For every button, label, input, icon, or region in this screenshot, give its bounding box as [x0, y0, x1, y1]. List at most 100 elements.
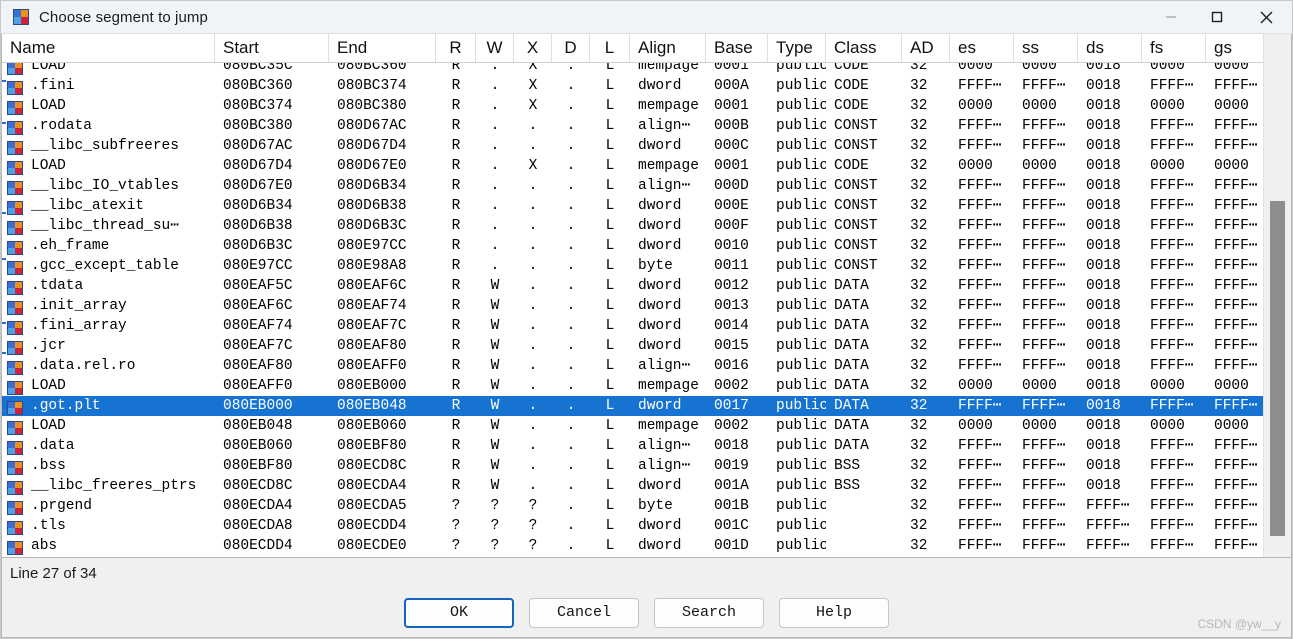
cell-ds: FFFF⋯	[1086, 538, 1130, 554]
table-row[interactable]: LOAD 080D67D4 080D67E0 R. X. Lmempage 0001 publ…	[2, 156, 1264, 176]
column-header-fs[interactable]: fs	[1142, 34, 1206, 62]
column-header-ss[interactable]: ss	[1014, 34, 1078, 62]
table-row[interactable]: LOAD 080BC374 080BC380 R. X. Lmempage 0001 publ…	[2, 96, 1264, 116]
cell-gs: 0000	[1214, 378, 1249, 394]
cell-fs: 0000	[1150, 158, 1185, 174]
table-row[interactable]: .jcr 080EAF7C 080EAF80 R W.. Ldword 0015 public…	[2, 336, 1264, 356]
cell-ad: 32	[910, 62, 928, 74]
table-row[interactable]: .eh_frame 080D6B3C 080E97CC R... Ldword 0010 p…	[2, 236, 1264, 256]
column-header-d[interactable]: D	[552, 34, 590, 62]
column-header-ad[interactable]: AD	[902, 34, 950, 62]
cell-r: R	[451, 338, 461, 354]
cell-r: R	[451, 78, 461, 94]
cell-gs: FFFF⋯	[1214, 238, 1258, 254]
table-row[interactable]: .data.rel.ro 080EAF80 080EAFF0 R W.. Lalign⋯ 0…	[2, 356, 1264, 376]
cell-ss: FFFF⋯	[1022, 178, 1066, 194]
column-header-l[interactable]: L	[590, 34, 630, 62]
cell-base: 001A	[714, 478, 749, 494]
table-header-row[interactable]: Name Start End R W X D L Align Base Type Class AD es s…	[2, 34, 1264, 63]
ok-button[interactable]: OK	[404, 597, 514, 628]
cancel-button[interactable]: Cancel	[529, 597, 639, 628]
table-row[interactable]: .gcc_except_table 080E97CC 080E98A8 R... Lby…	[2, 256, 1264, 276]
table-row[interactable]: LOAD 080EB048 080EB060 R W.. Lmempage 0002 publ…	[2, 416, 1264, 436]
column-header-r[interactable]: R	[436, 34, 476, 62]
table-row[interactable]: .init_array 080EAF6C 080EAF74 R W.. Ldword 001…	[2, 296, 1264, 316]
cell-fs: FFFF⋯	[1150, 398, 1194, 414]
cell-w: W	[490, 358, 500, 374]
column-header-x[interactable]: X	[514, 34, 552, 62]
column-header-end[interactable]: End	[329, 34, 436, 62]
cell-align: dword	[638, 218, 682, 234]
column-header-start[interactable]: Start	[215, 34, 329, 62]
table-row[interactable]: __libc_atexit 080D6B34 080D6B38 R... Ldword 0…	[2, 196, 1264, 216]
maximize-button[interactable]	[1194, 1, 1240, 33]
column-header-es[interactable]: es	[950, 34, 1014, 62]
cell-gs: FFFF⋯	[1214, 258, 1258, 274]
cell-class: BSS	[834, 478, 861, 494]
cell-l: L	[605, 538, 615, 554]
cell-ad: 32	[910, 378, 928, 394]
vertical-scrollbar[interactable]	[1263, 34, 1291, 557]
cell-align: align⋯	[638, 118, 691, 134]
segment-name-cell: LOAD	[2, 376, 215, 396]
cell-ss: FFFF⋯	[1022, 478, 1066, 494]
cell-l: L	[605, 458, 615, 474]
segment-name-cell: .bss	[2, 456, 215, 476]
column-header-gs[interactable]: gs	[1206, 34, 1264, 62]
table-row[interactable]: .tdata 080EAF5C 080EAF6C R W.. Ldword 0012 publ…	[2, 276, 1264, 296]
table-row[interactable]: .prgend 080ECDA4 080ECDA5???. Lbyte 001B publ…	[2, 496, 1264, 516]
table-row[interactable]: __libc_freeres_ptrs 080ECD8C 080ECDA4 R W.. L…	[2, 476, 1264, 496]
cell-start: 080ECDA8	[223, 518, 293, 534]
column-header-type[interactable]: Type	[768, 34, 826, 62]
table-row-selected[interactable]: .got.plt 080EB000 080EB048 R W.. Ldword 0017 pu…	[2, 396, 1264, 416]
segment-icon	[7, 180, 23, 195]
cell-w: W	[490, 378, 500, 394]
table-row[interactable]: LOAD 080BC35C 080BC360 R. X. Lmempage 0001 publ…	[2, 62, 1264, 76]
table-row[interactable]: .fini 080BC360 080BC374 R. X. Ldword 000A publi…	[2, 76, 1264, 96]
cell-base: 0001	[714, 62, 749, 74]
segment-name-cell: .tls	[2, 516, 215, 536]
cell-ss: FFFF⋯	[1022, 298, 1066, 314]
cell-es: FFFF⋯	[958, 178, 1002, 194]
table-row[interactable]: .fini_array 080EAF74 080EAF7C R W.. Ldword 001…	[2, 316, 1264, 336]
column-header-w[interactable]: W	[476, 34, 514, 62]
column-header-name[interactable]: Name	[2, 34, 215, 62]
table-row[interactable]: .data 080EB060 080EBF80 R W.. Lalign⋯ 0018 publ…	[2, 436, 1264, 456]
column-header-ds[interactable]: ds	[1078, 34, 1142, 62]
cell-r: ?	[451, 538, 461, 554]
search-button[interactable]: Search	[654, 597, 764, 628]
table-row[interactable]: __libc_thread_su⋯ 080D6B38 080D6B3C R... Ldw…	[2, 216, 1264, 236]
cell-end: 080ECDD4	[337, 518, 407, 534]
table-row[interactable]: abs 080ECDD4 080ECDE0???. Ldword 001D public 3…	[2, 536, 1264, 556]
scrollbar-thumb[interactable]	[1270, 201, 1285, 537]
cell-ds: 0018	[1086, 198, 1121, 214]
segment-icon	[7, 80, 23, 95]
column-header-base[interactable]: Base	[706, 34, 768, 62]
help-button[interactable]: Help	[779, 597, 889, 628]
table-row[interactable]: .rodata 080BC380 080D67AC R... Lalign⋯ 000B pu…	[2, 116, 1264, 136]
table-body[interactable]: LOAD 080BC35C 080BC360 R. X. Lmempage 0001 publ…	[2, 62, 1264, 557]
cell-class: BSS	[834, 458, 861, 474]
table-row[interactable]: LOAD 080EAFF0 080EB000 R W.. Lmempage 0002 publ…	[2, 376, 1264, 396]
table-row[interactable]: .bss 080EBF80 080ECD8C R W.. Lalign⋯ 0019 publi…	[2, 456, 1264, 476]
table-row[interactable]: __libc_subfreeres 080D67AC 080D67D4 R... Ldw…	[2, 136, 1264, 156]
close-button[interactable]	[1240, 1, 1292, 33]
table-row[interactable]: .tls 080ECDA8 080ECDD4???. Ldword 001C public…	[2, 516, 1264, 536]
column-header-class[interactable]: Class	[826, 34, 902, 62]
table-row[interactable]: __libc_IO_vtables 080D67E0 080D6B34 R... Lal…	[2, 176, 1264, 196]
minimize-button[interactable]	[1148, 1, 1194, 33]
cell-w: W	[490, 438, 500, 454]
cell-w: W	[490, 458, 500, 474]
cell-type: public	[776, 518, 826, 534]
cell-es: 0000	[958, 98, 993, 114]
cell-end: 080EB048	[337, 398, 407, 414]
segments-table[interactable]: Name Start End R W X D L Align Base Type Class AD es s…	[1, 34, 1292, 558]
cell-w: .	[490, 218, 500, 234]
segment-name-cell: LOAD	[2, 416, 215, 436]
cell-r: R	[451, 298, 461, 314]
cell-l: L	[605, 518, 615, 534]
column-header-align[interactable]: Align	[630, 34, 706, 62]
cell-base: 001D	[714, 538, 749, 554]
cell-align: dword	[638, 198, 682, 214]
cell-ad: 32	[910, 178, 928, 194]
